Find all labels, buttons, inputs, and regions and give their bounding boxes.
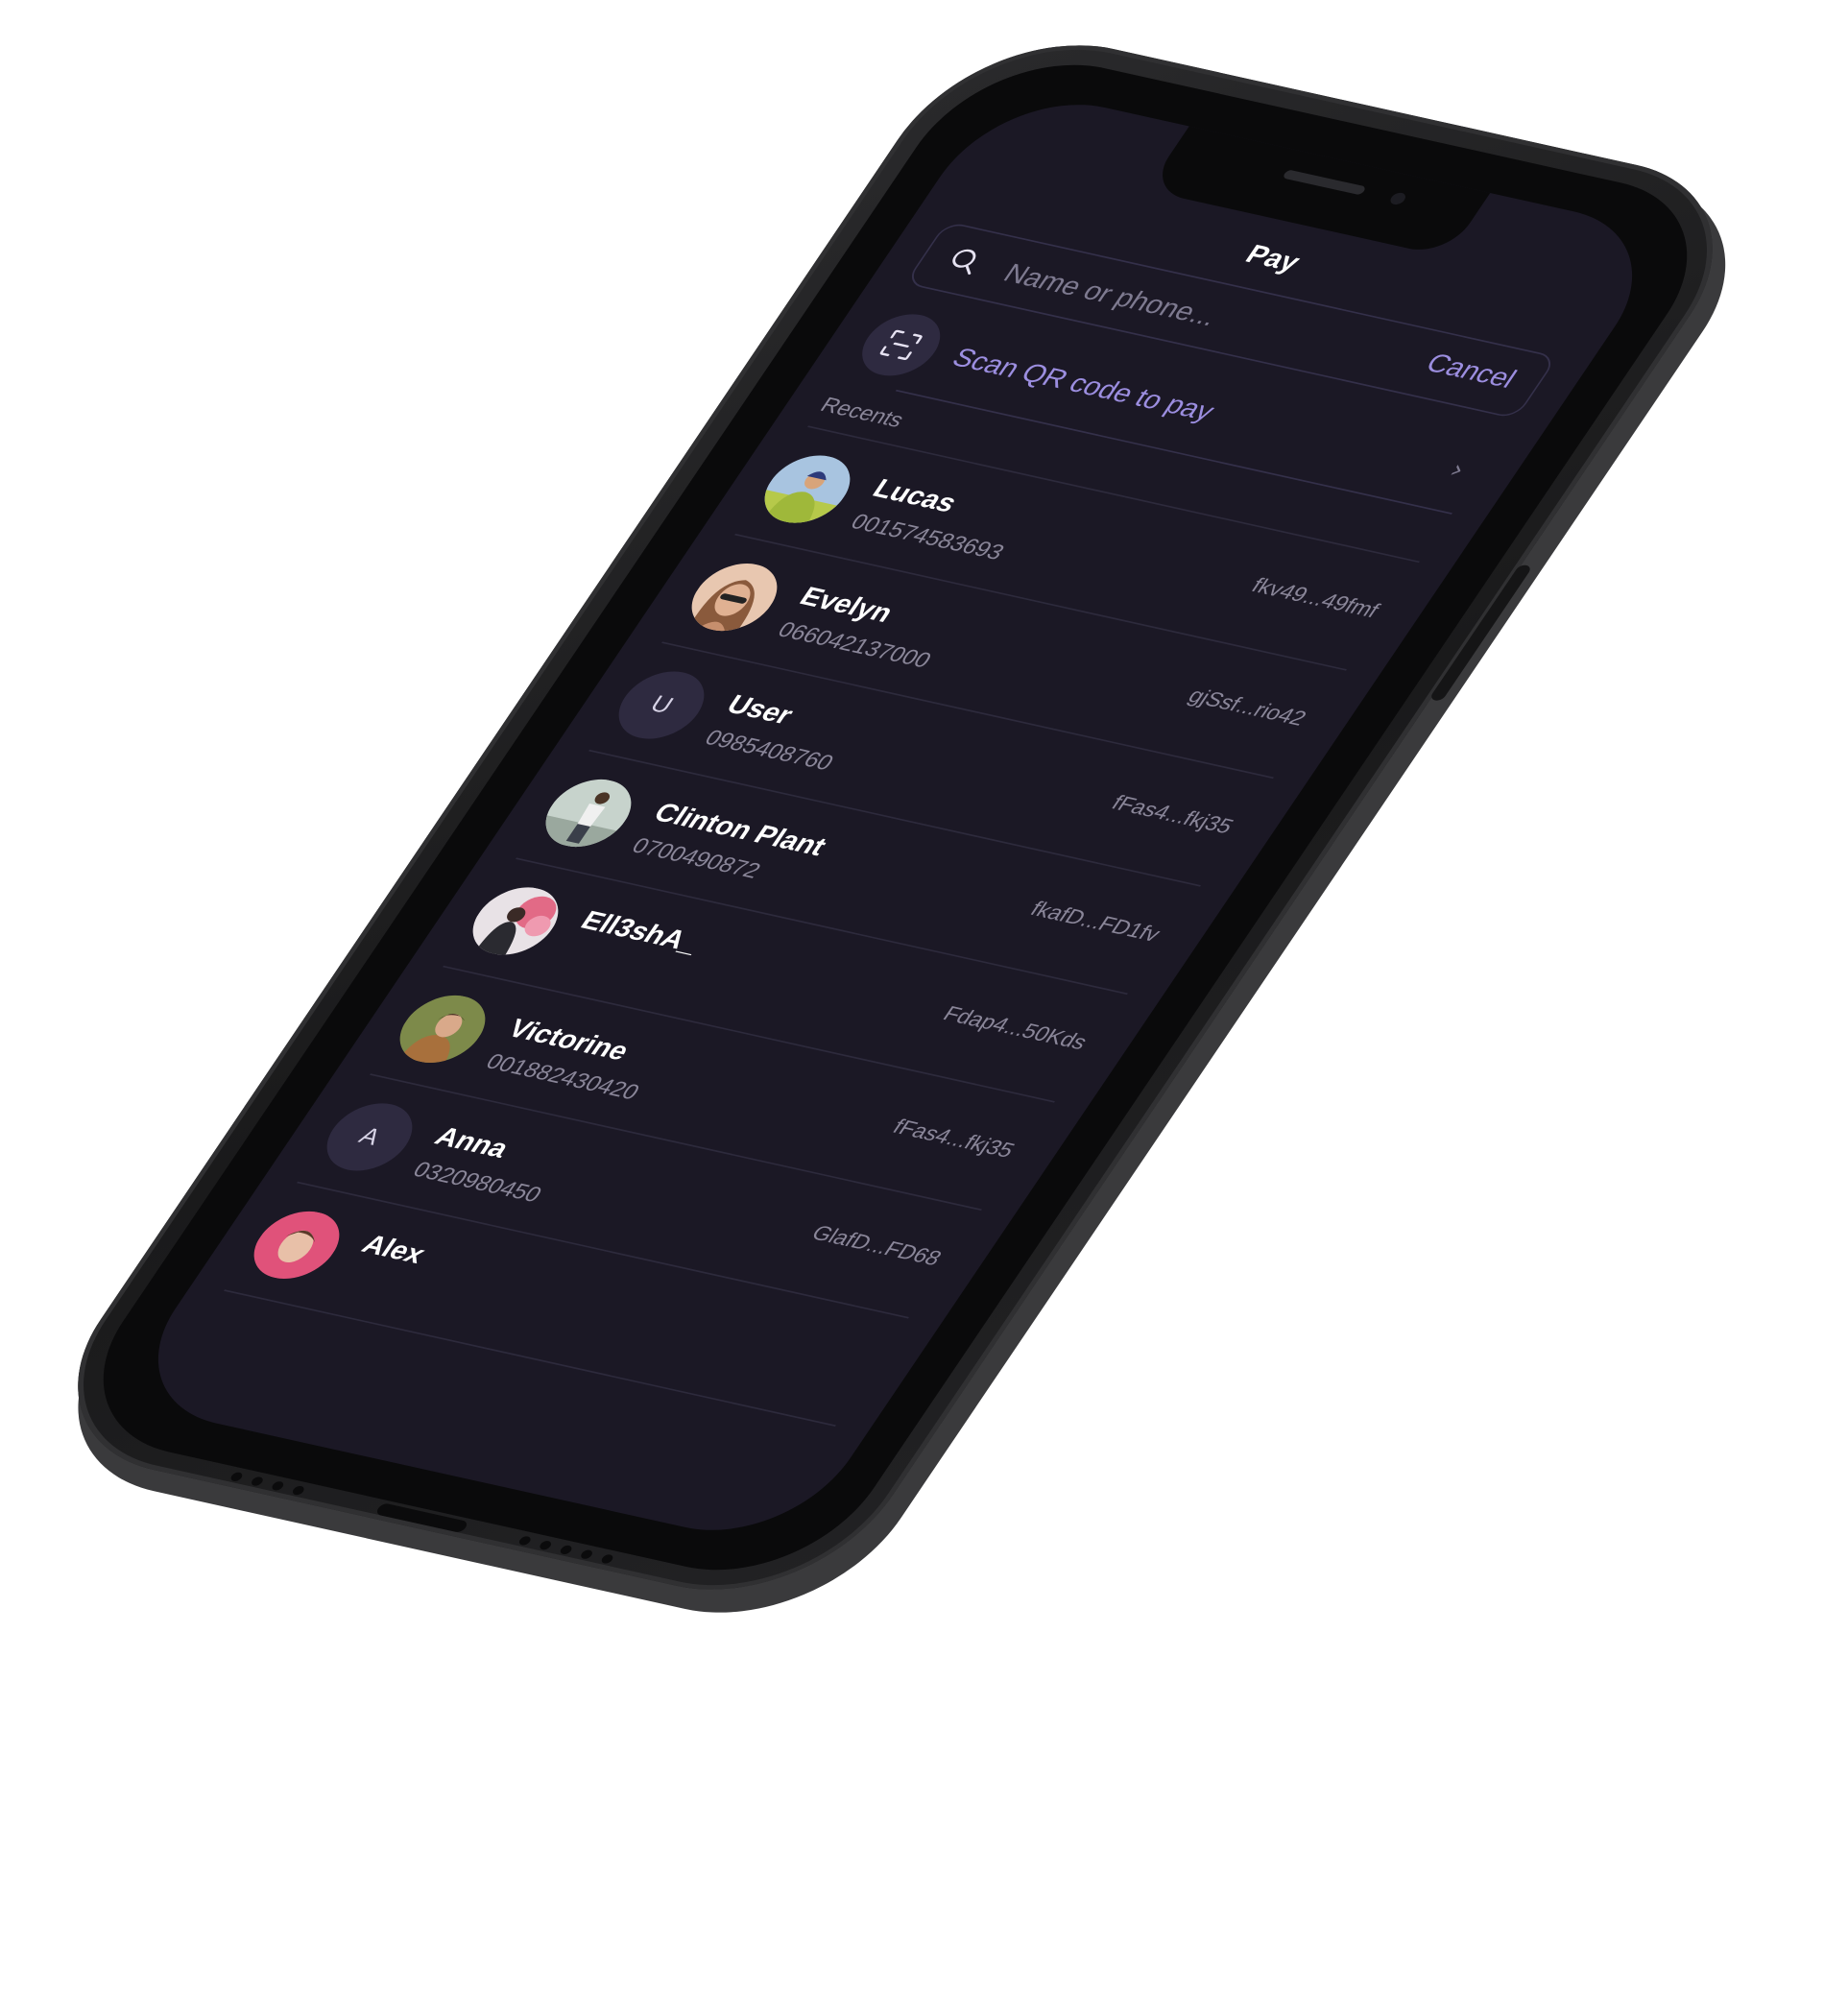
wallet-address: fkv49...49fmf [1247,573,1384,622]
contact-phone: 001574583693 [846,509,1010,564]
avatar [238,1204,355,1286]
phone-bezel: Pay Cancel [52,41,1739,1594]
wallet-address: gjSsf...rio42 [1184,684,1311,731]
contact-phone: 066042137000 [773,616,937,673]
contact-name: Ell3shA_ [575,905,708,958]
wallet-address: fFas4...fkj35 [1107,790,1238,838]
wallet-address: fFas4...fkj35 [888,1115,1020,1163]
wallet-address: Fdap4...50Kds [938,1001,1092,1054]
contact-name: Anna [429,1121,516,1164]
avatar [384,988,501,1070]
avatar [530,772,647,854]
contact-name: Lucas [867,473,964,518]
scan-icon-badge [848,307,955,383]
avatar-initial: U [603,664,720,746]
wallet-address: fkafD...FD1fv [1025,897,1165,947]
front-camera [1387,191,1408,206]
avatar [457,880,574,962]
avatar [676,556,793,638]
contact-name: User [721,689,800,731]
phone-device: Pay Cancel [19,19,1785,1639]
contact-name: Alex [356,1229,432,1270]
search-icon [952,249,976,276]
wallet-address: GlafD...FD68 [806,1220,947,1270]
cancel-button[interactable]: Cancel [1420,348,1522,395]
scan-qr-label: Scan QR code to pay [946,342,1221,427]
contact-phone: 0320980450 [408,1157,547,1207]
earpiece-speaker [1282,169,1367,196]
avatar-initial: A [311,1095,428,1178]
app-screen: Pay Cancel [113,84,1677,1550]
chevron-right-icon: › [1443,454,1473,485]
qr-scan-icon [879,329,923,360]
contact-phone: 0985408760 [700,725,839,775]
avatar [749,448,866,531]
stage: Pay Cancel [0,0,1824,2016]
recents-list: Lucas 001574583693 fkv49...49fmf Evelyn … [224,425,1420,1428]
recents-heading: Recents [816,393,909,432]
